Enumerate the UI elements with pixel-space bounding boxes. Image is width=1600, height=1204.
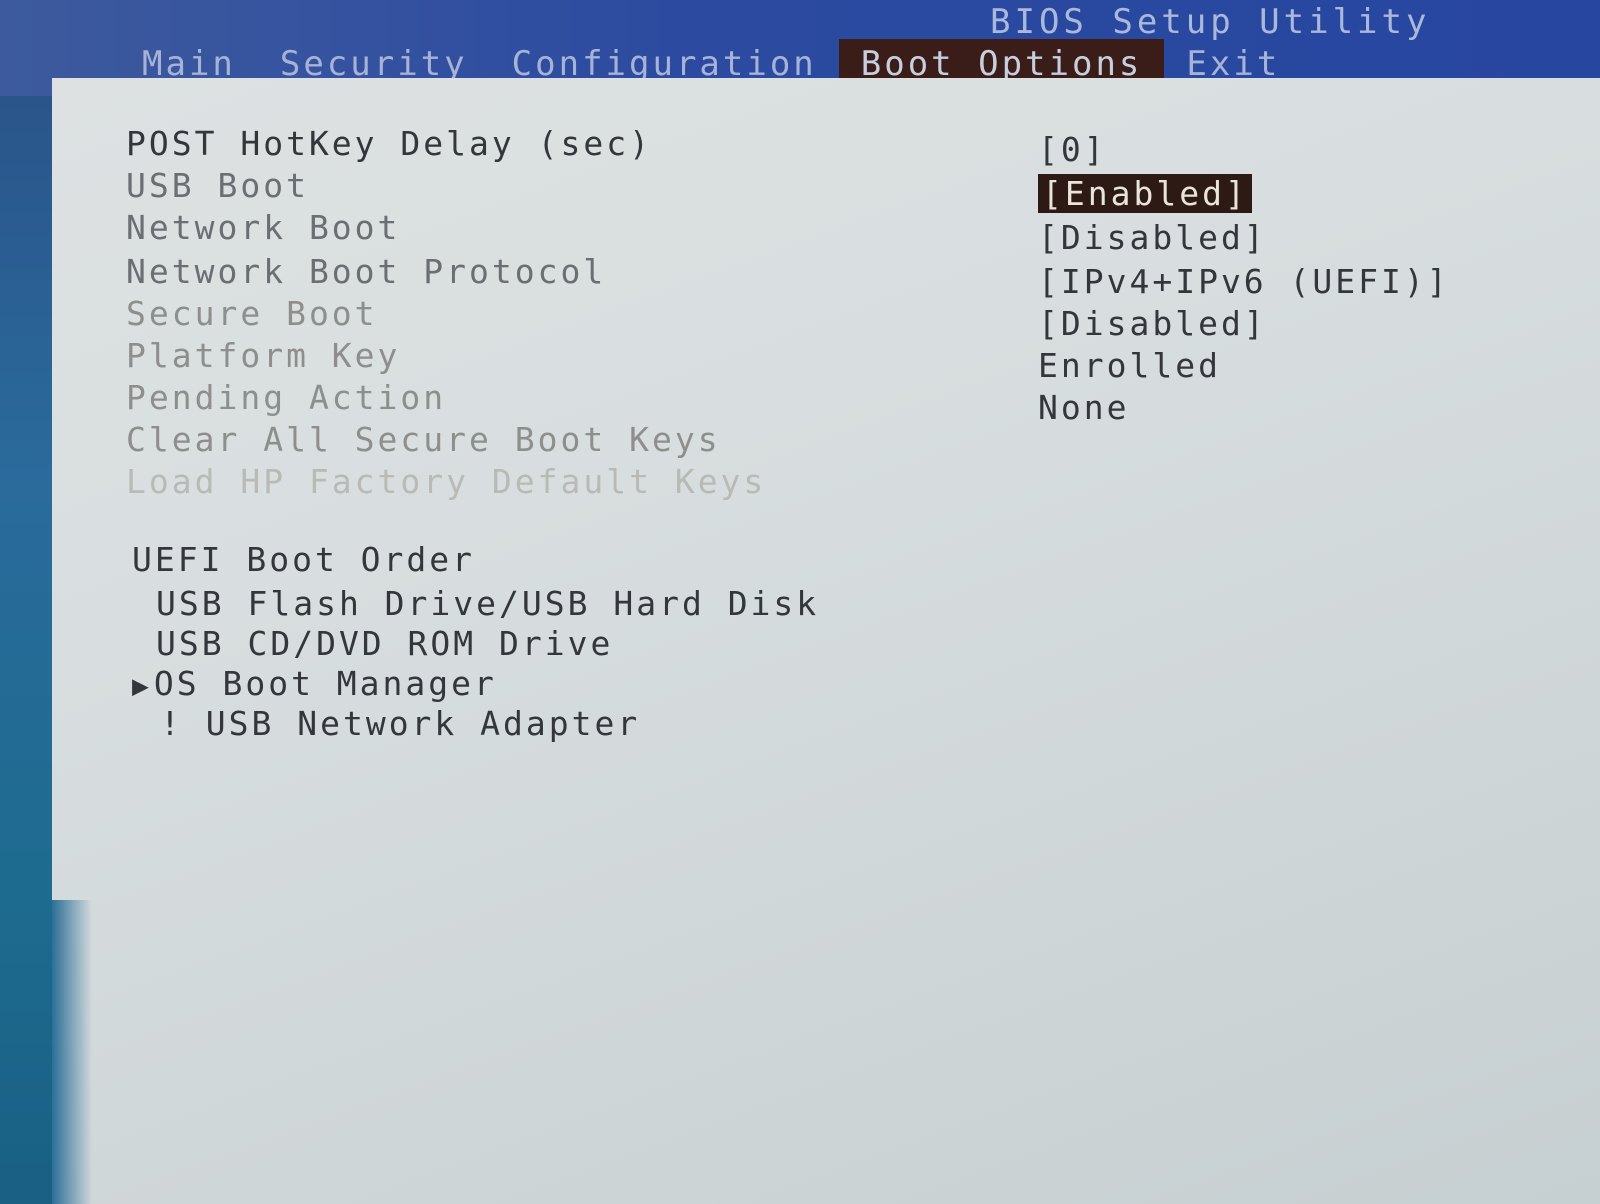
setting-platform-key-value: Enrolled bbox=[1038, 346, 1221, 385]
setting-network-boot-label[interactable]: Network Boot bbox=[126, 208, 400, 247]
setting-clear-secure-boot-keys[interactable]: Clear All Secure Boot Keys bbox=[126, 420, 721, 459]
usb-boot-value-highlight[interactable]: [Enabled] bbox=[1038, 174, 1252, 213]
setting-secure-boot-label[interactable]: Secure Boot bbox=[126, 294, 378, 333]
bios-title: BIOS Setup Utility bbox=[990, 2, 1431, 42]
setting-network-boot-protocol-value[interactable]: [IPv4+IPv6 (UEFI)] bbox=[1038, 262, 1450, 301]
selection-arrow-icon: ▶ bbox=[132, 669, 152, 702]
setting-secure-boot-value[interactable]: [Disabled] bbox=[1038, 304, 1267, 343]
panel-edge bbox=[52, 900, 92, 1204]
boot-order-item-usb-cd-dvd[interactable]: USB CD/DVD ROM Drive bbox=[156, 624, 613, 663]
setting-load-hp-factory-keys: Load HP Factory Default Keys bbox=[126, 462, 767, 501]
setting-usb-boot-label[interactable]: USB Boot bbox=[126, 166, 309, 205]
boot-order-item-os-boot-manager[interactable]: ▶OS Boot Manager bbox=[132, 664, 497, 703]
boot-order-item-label: USB Network Adapter bbox=[205, 704, 641, 743]
setting-network-boot-value[interactable]: [Disabled] bbox=[1038, 218, 1267, 257]
uefi-boot-order-heading: UEFI Boot Order bbox=[132, 540, 476, 579]
boot-order-item-usb-network-adapter[interactable]: ! USB Network Adapter bbox=[160, 704, 640, 743]
setting-pending-action-label: Pending Action bbox=[126, 378, 447, 417]
disabled-marker-icon: ! bbox=[160, 704, 183, 743]
boot-order-item-label: OS Boot Manager bbox=[153, 664, 497, 703]
setting-network-boot-protocol-label[interactable]: Network Boot Protocol bbox=[126, 252, 606, 291]
boot-order-item-usb-flash[interactable]: USB Flash Drive/USB Hard Disk bbox=[156, 584, 819, 623]
setting-platform-key-label: Platform Key bbox=[126, 336, 401, 375]
setting-post-hotkey-delay-label[interactable]: POST HotKey Delay (sec) bbox=[126, 124, 652, 163]
setting-usb-boot-value[interactable]: [Enabled] bbox=[1038, 174, 1252, 213]
setting-post-hotkey-delay-value[interactable]: [0] bbox=[1038, 130, 1107, 169]
setting-pending-action-value: None bbox=[1038, 388, 1130, 427]
